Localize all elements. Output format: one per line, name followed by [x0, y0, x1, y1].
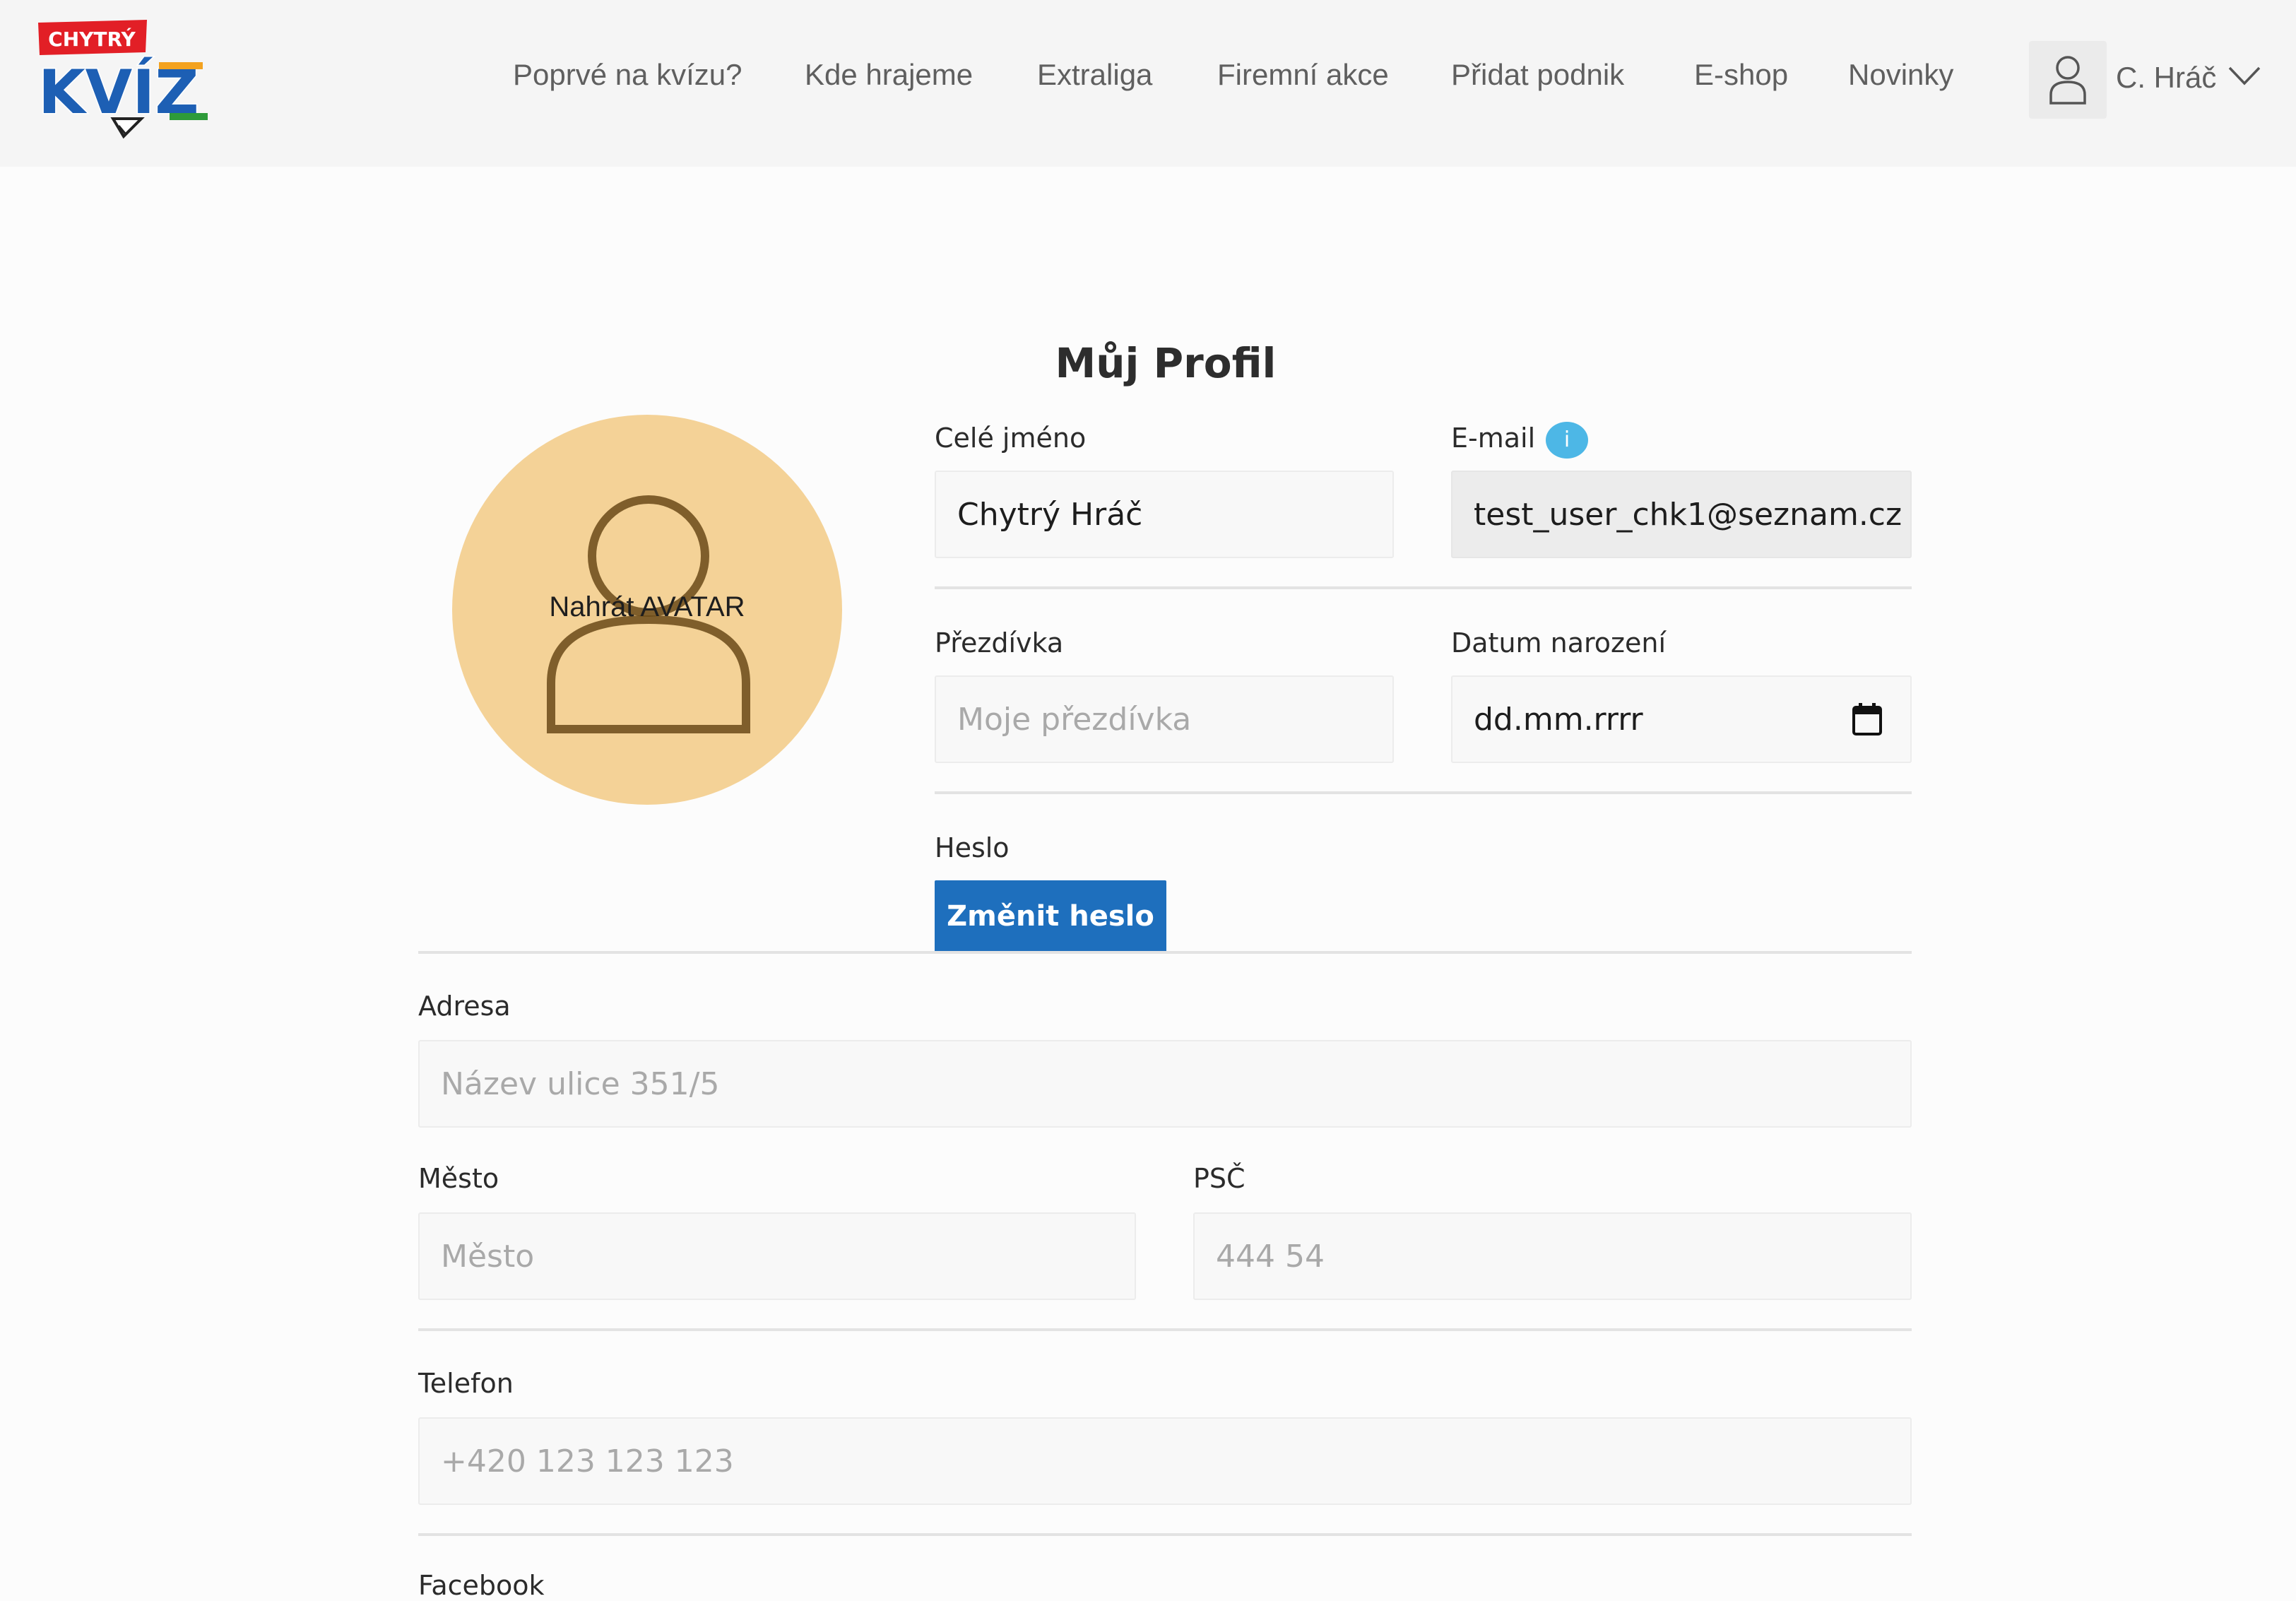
divider	[418, 1533, 1912, 1536]
info-icon[interactable]: i	[1546, 422, 1588, 459]
main-navigation: Poprvé na kvízu? Kde hrajeme Extraliga F…	[0, 0, 2296, 160]
site-header: CHYTRÝ KVÍZ Poprvé na kvízu? Kde hrajeme…	[0, 0, 2296, 167]
birthdate-input[interactable]: dd.mm.rrrr	[1451, 675, 1912, 763]
chevron-down-icon[interactable]	[2227, 64, 2262, 88]
avatar-upload[interactable]: Nahrát AVATAR	[452, 415, 842, 805]
address-input[interactable]: Název ulice 351/5	[418, 1040, 1912, 1128]
change-password-button[interactable]: Změnit heslo	[935, 880, 1166, 952]
nav-first-time[interactable]: Poprvé na kvízu?	[513, 58, 742, 92]
nickname-label: Přezdívka	[935, 627, 1064, 658]
full-name-label: Celé jméno	[935, 423, 1087, 454]
nav-corporate-events[interactable]: Firemní akce	[1217, 58, 1389, 92]
phone-label: Telefon	[418, 1368, 514, 1399]
user-icon	[2049, 56, 2086, 105]
nav-eshop[interactable]: E-shop	[1694, 58, 1788, 92]
page-title: Můj Profil	[1055, 339, 1277, 387]
city-input[interactable]: Město	[418, 1212, 1136, 1300]
nickname-input[interactable]: Moje přezdívka	[935, 675, 1394, 763]
password-label: Heslo	[935, 832, 1010, 863]
nav-add-venue[interactable]: Přidat podnik	[1451, 58, 1624, 92]
divider	[418, 1328, 1912, 1331]
nav-extraliga[interactable]: Extraliga	[1037, 58, 1152, 92]
user-avatar-button[interactable]	[2029, 41, 2107, 119]
city-label: Město	[418, 1163, 499, 1194]
zip-input[interactable]: 444 54	[1193, 1212, 1912, 1300]
calendar-icon[interactable]	[1851, 702, 1883, 737]
facebook-label: Facebook	[418, 1570, 545, 1601]
zip-label: PSČ	[1193, 1163, 1245, 1194]
divider	[418, 951, 1912, 954]
divider	[935, 586, 1912, 589]
nav-news[interactable]: Novinky	[1848, 58, 1953, 92]
divider	[935, 791, 1912, 794]
birthdate-label: Datum narození	[1451, 627, 1666, 658]
address-label: Adresa	[418, 991, 511, 1022]
avatar-upload-label: Nahrát AVATAR	[549, 591, 745, 622]
full-name-field[interactable]: Chytrý Hráč	[935, 471, 1394, 558]
email-label: E-mail	[1451, 423, 1536, 454]
user-name[interactable]: C. Hráč	[2116, 61, 2216, 95]
phone-input[interactable]: +420 123 123 123	[418, 1417, 1912, 1505]
email-field[interactable]: test_user_chk1@seznam.cz	[1451, 471, 1912, 558]
nav-where-we-play[interactable]: Kde hrajeme	[805, 58, 973, 92]
